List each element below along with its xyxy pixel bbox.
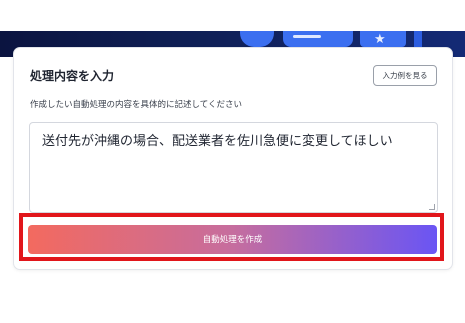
instruction-text: 作成したい自動処理の内容を具体的に記述してください bbox=[30, 100, 242, 110]
create-automation-button[interactable]: 自動処理を作成 bbox=[28, 225, 437, 254]
document-icon bbox=[283, 31, 353, 47]
view-examples-button[interactable]: 入力例を見る bbox=[373, 65, 437, 86]
star-icon: ★ bbox=[374, 32, 386, 47]
page-top-background bbox=[0, 0, 465, 31]
textarea-value: 送付先が沖縄の場合、配送業者を佐川急便に変更してほしい bbox=[42, 134, 393, 149]
process-description-textarea[interactable]: 送付先が沖縄の場合、配送業者を佐川急便に変更してほしい bbox=[29, 122, 438, 213]
resize-handle[interactable] bbox=[429, 204, 435, 210]
banner-decoration bbox=[414, 31, 422, 47]
card-title: 処理内容を入力 bbox=[30, 69, 115, 83]
